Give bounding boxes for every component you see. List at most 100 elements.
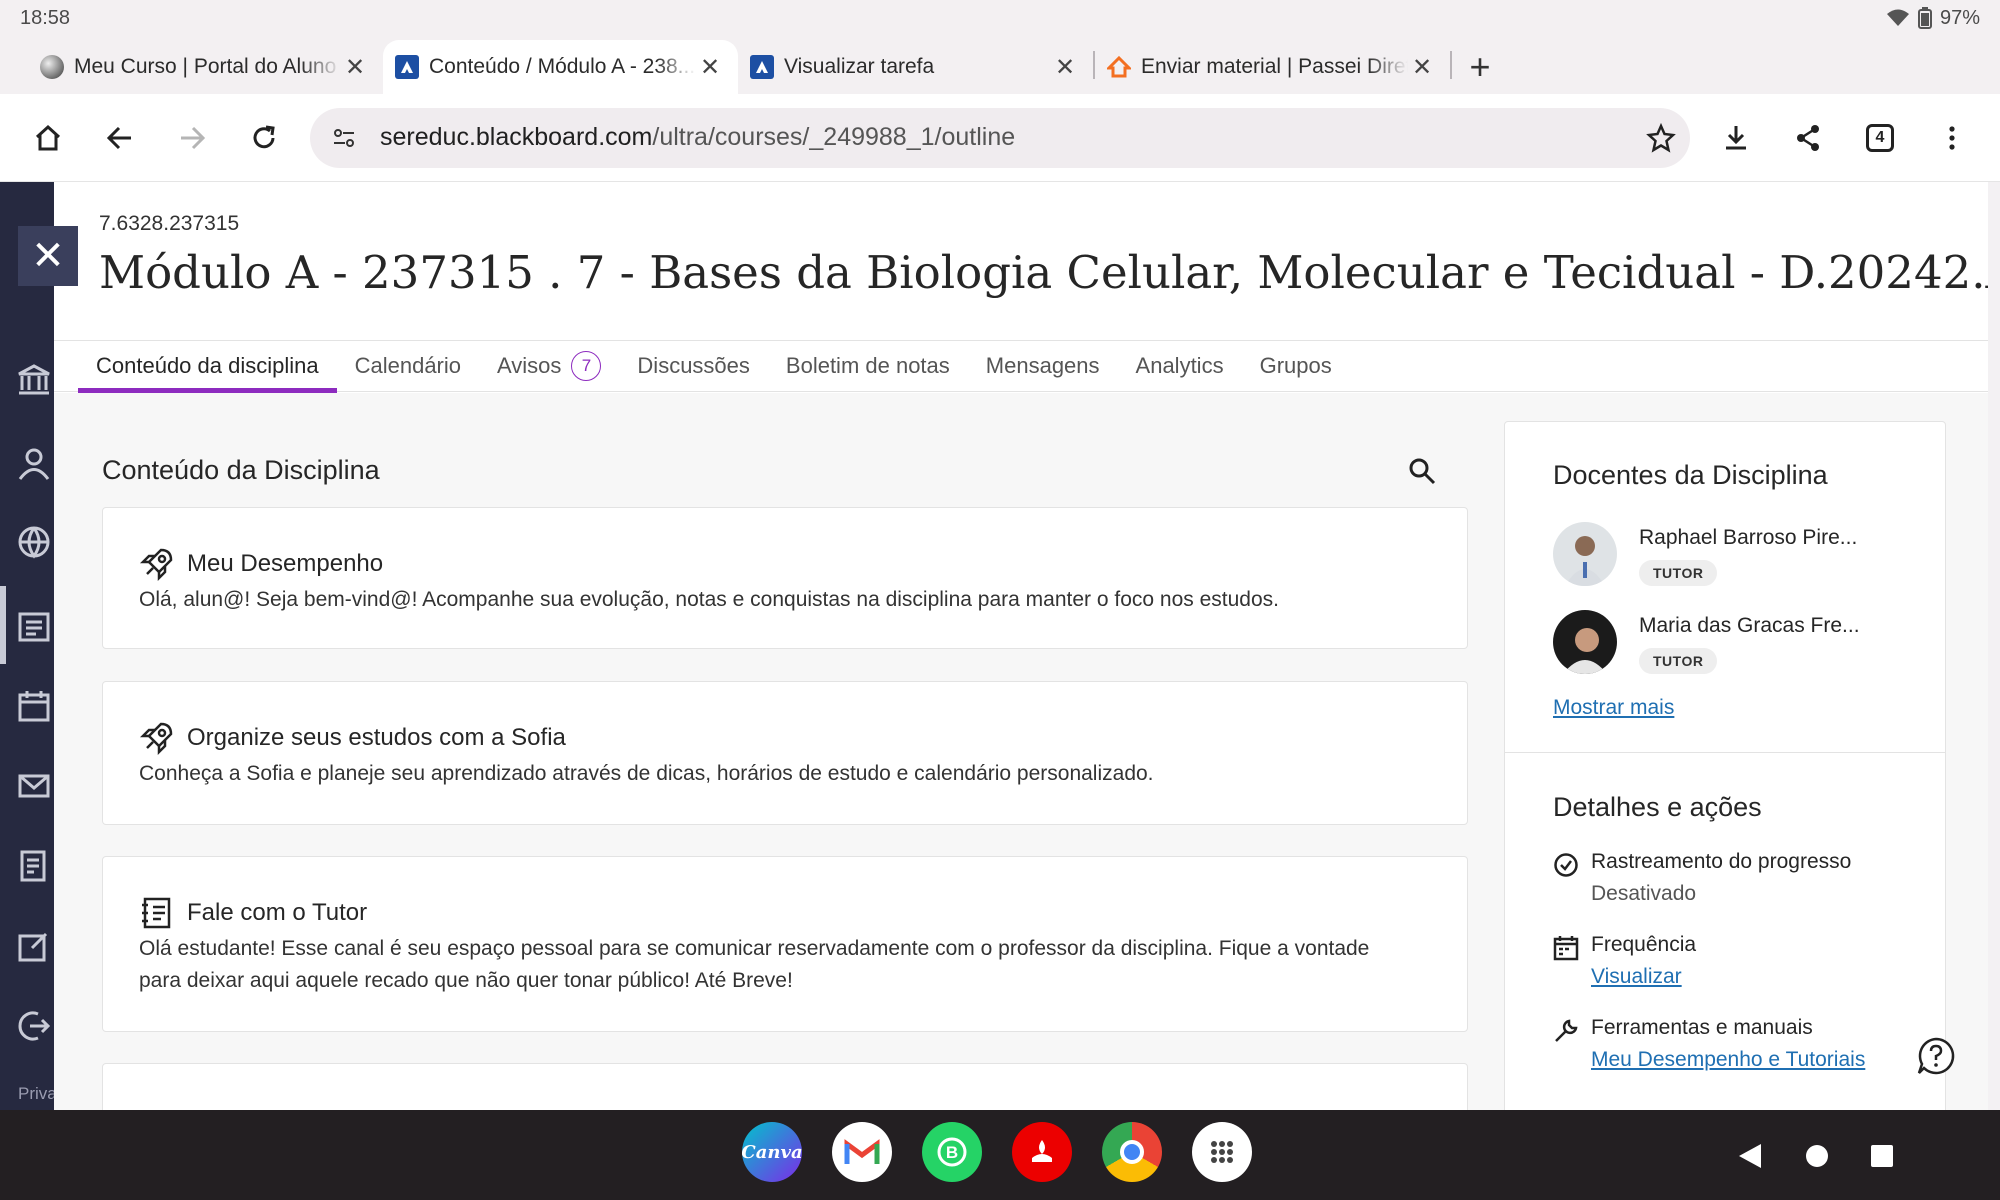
arrow-right-icon	[181, 126, 206, 149]
content-item-card[interactable]: Fale com o Tutor Olá estudante! Esse can…	[102, 856, 1468, 1032]
globe-icon[interactable]	[14, 522, 54, 562]
reload-button[interactable]	[228, 102, 300, 174]
tab-gradebook[interactable]: Boletim de notas	[768, 341, 968, 391]
detail-label: Rastreamento do progresso	[1591, 850, 1852, 873]
whatsapp-business-app-icon[interactable]: B	[922, 1122, 982, 1182]
home-icon	[35, 124, 61, 150]
show-more-link[interactable]: Mostrar mais	[1553, 696, 1674, 720]
teacher-item[interactable]: Raphael Barroso Pire... TUTOR	[1553, 522, 1857, 586]
grades-icon[interactable]	[14, 846, 54, 886]
institution-icon[interactable]	[14, 360, 54, 400]
home-button[interactable]	[12, 102, 84, 174]
tab-label: Calendário	[354, 353, 462, 378]
download-button[interactable]	[1700, 102, 1772, 174]
privacy-link[interactable]: Priva	[18, 1084, 57, 1104]
tab-label: Mensagens	[985, 353, 1100, 378]
attendance-view-link[interactable]: Visualizar	[1591, 965, 1696, 989]
card-title[interactable]: Fale com o Tutor	[187, 899, 367, 927]
gmail-app-icon[interactable]	[832, 1122, 892, 1182]
attendance-icon	[1553, 935, 1579, 961]
tab-label: Conteúdo da disciplina	[96, 353, 319, 378]
nav-back-icon[interactable]	[1728, 1134, 1772, 1178]
tab-close-icon[interactable]: ✕	[341, 53, 369, 82]
tab-analytics[interactable]: Analytics	[1118, 341, 1242, 391]
tab-close-icon[interactable]: ✕	[696, 53, 724, 82]
address-bar[interactable]: sereduc.blackboard.com/ultra/courses/_24…	[310, 107, 1690, 168]
browser-tab-strip: Meu Curso | Portal do Aluno ✕ Conteúdo /…	[0, 36, 2000, 94]
content-area: Conteúdo da Disciplina Meu Desempenho Ol…	[54, 393, 1988, 1110]
tab-course-content[interactable]: Conteúdo da disciplina	[78, 341, 337, 393]
nav-recents-icon[interactable]	[1860, 1134, 1904, 1178]
nav-home-icon[interactable]	[1795, 1134, 1839, 1178]
tab-title: Conteúdo / Módulo A - 238...	[429, 55, 696, 78]
edit-icon[interactable]	[14, 926, 54, 966]
avatar	[1553, 522, 1617, 586]
avatar	[1553, 610, 1617, 674]
course-title: Módulo A - 237315 . 7 - Bases da Biologi…	[99, 246, 1988, 299]
forward-button[interactable]	[156, 102, 228, 174]
course-nav-tabs: Conteúdo da disciplina Calendário Avisos…	[54, 340, 1988, 393]
calendar-icon[interactable]	[14, 686, 54, 726]
course-id: 7.6328.237315	[99, 212, 240, 235]
app-drawer-icon[interactable]	[1192, 1122, 1252, 1182]
star-bookmark-icon[interactable]	[1646, 122, 1676, 153]
tab-close-icon[interactable]: ✕	[1051, 53, 1079, 82]
new-tab-button[interactable]: +	[1452, 40, 1508, 94]
tools-manuals-link[interactable]: Meu Desempenho e Tutoriais	[1591, 1048, 1865, 1072]
santander-app-icon[interactable]	[1012, 1122, 1072, 1182]
blackboard-favicon-icon	[750, 55, 774, 79]
content-item-card[interactable]	[102, 1063, 1468, 1110]
menu-button[interactable]	[1916, 102, 1988, 174]
content-item-card[interactable]: Organize seus estudos com a Sofia Conheç…	[102, 681, 1468, 825]
tab-switcher-button[interactable]: 4	[1844, 102, 1916, 174]
profile-icon[interactable]	[14, 444, 54, 484]
card-title[interactable]: Organize seus estudos com a Sofia	[187, 724, 566, 752]
back-button[interactable]	[84, 102, 156, 174]
role-badge: TUTOR	[1639, 648, 1718, 674]
close-course-button[interactable]: ✕	[18, 226, 78, 286]
teacher-name: Raphael Barroso Pire...	[1639, 526, 1858, 549]
browser-tab[interactable]: Enviar material | Passei Direto ✕	[1095, 40, 1450, 94]
detail-progress-tracking: Rastreamento do progresso Desativado	[1553, 850, 1851, 906]
course-details-panel: Docentes da Disciplina Raphael Barroso P…	[1504, 421, 1946, 1110]
url-path: /ultra/courses/_249988_1/outline	[652, 123, 1016, 151]
tab-groups[interactable]: Grupos	[1242, 341, 1350, 391]
browser-tab[interactable]: Meu Curso | Portal do Aluno ✕	[28, 40, 383, 94]
browser-tab[interactable]: Visualizar tarefa ✕	[738, 40, 1093, 94]
site-settings-icon[interactable]	[330, 124, 358, 152]
course-panel: 7.6328.237315 Módulo A - 237315 . 7 - Ba…	[54, 182, 1988, 1110]
tab-label: Discussões	[637, 353, 750, 378]
wifi-icon	[1886, 9, 1909, 26]
tab-label: Boletim de notas	[785, 353, 950, 378]
card-description: Olá, alun@! Seja bem-vind@! Acompanhe su…	[139, 588, 1279, 611]
url-text[interactable]: sereduc.blackboard.com/ultra/courses/_24…	[380, 123, 1646, 152]
android-taskbar: Canva B	[0, 1110, 2000, 1200]
tab-announcements[interactable]: Avisos 7	[479, 341, 619, 391]
mail-icon[interactable]	[14, 766, 54, 806]
arrow-left-icon	[106, 126, 131, 149]
globe-favicon-icon	[40, 55, 64, 79]
card-title[interactable]: Meu Desempenho	[187, 550, 383, 578]
tab-calendar[interactable]: Calendário	[337, 341, 479, 391]
teacher-item[interactable]: Maria das Gracas Fre... TUTOR	[1553, 610, 1860, 674]
browser-tab-active[interactable]: Conteúdo / Módulo A - 238... ✕	[383, 40, 738, 94]
courses-icon[interactable]	[14, 606, 54, 646]
help-icon[interactable]	[1914, 1034, 1958, 1078]
canva-app-icon[interactable]: Canva	[741, 1122, 803, 1182]
share-button[interactable]	[1772, 102, 1844, 174]
content-item-card[interactable]: Meu Desempenho Olá, alun@! Seja bem-vind…	[102, 507, 1468, 649]
tab-title: Enviar material | Passei Direto	[1141, 55, 1408, 78]
tab-discussions[interactable]: Discussões	[619, 341, 767, 391]
section-title: Conteúdo da Disciplina	[102, 455, 380, 485]
tab-close-icon[interactable]: ✕	[1408, 53, 1436, 82]
search-icon[interactable]	[1404, 453, 1440, 489]
reload-icon	[253, 125, 275, 148]
detail-attendance: Frequência Visualizar	[1553, 933, 1696, 989]
chrome-app-icon[interactable]	[1102, 1122, 1162, 1182]
passei-direto-favicon-icon	[1107, 55, 1131, 79]
battery-level: 97%	[1939, 6, 1980, 29]
tab-messages[interactable]: Mensagens	[968, 341, 1118, 391]
sign-out-icon[interactable]	[14, 1006, 54, 1046]
card-description: Conheça a Sofia e planeje seu aprendizad…	[139, 762, 1154, 785]
tab-label: Grupos	[1259, 353, 1332, 378]
